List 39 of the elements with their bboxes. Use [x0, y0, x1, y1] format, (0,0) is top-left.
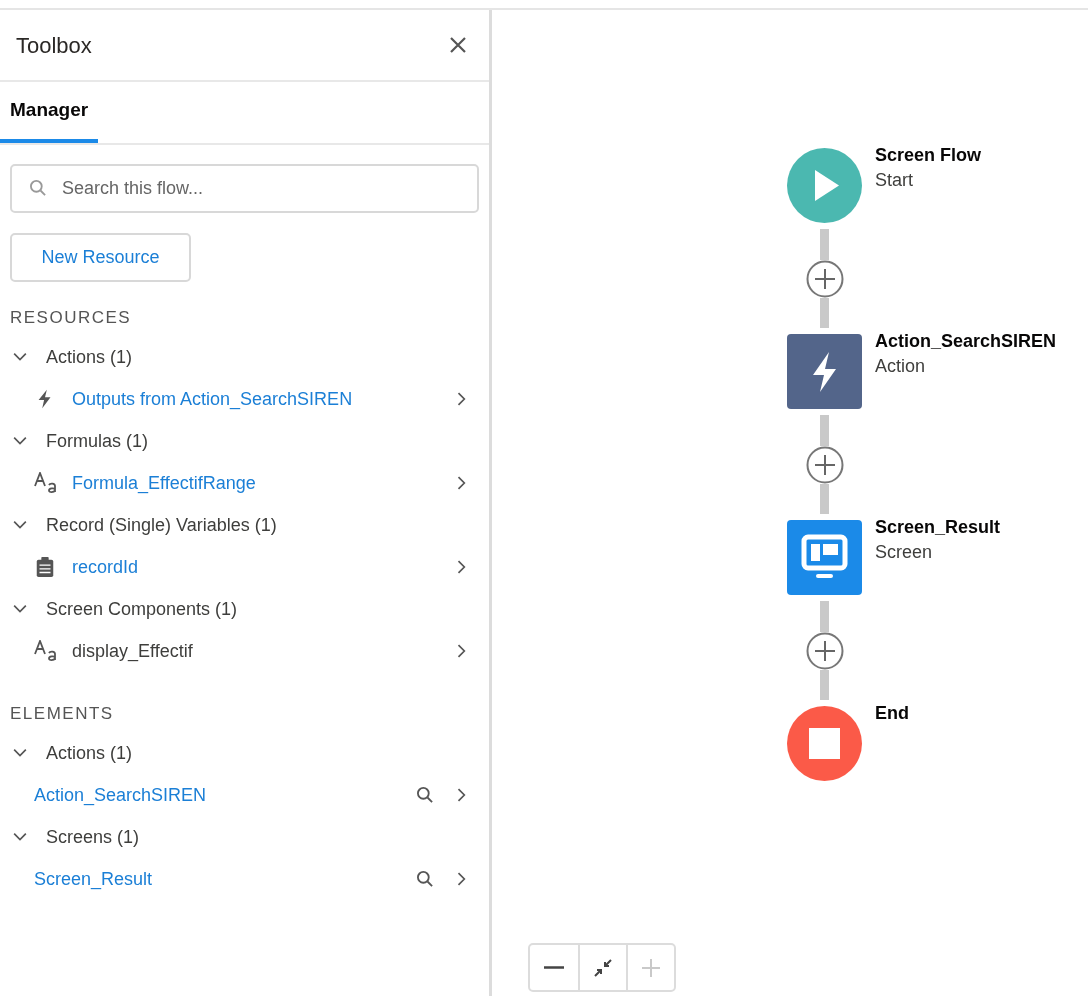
group-label[interactable]: Record (Single) Variables (1) — [46, 511, 277, 539]
group-label[interactable]: Actions (1) — [46, 343, 133, 371]
section-heading: ELEMENTS — [10, 703, 114, 726]
tab[interactable]: Manager — [0, 82, 99, 143]
action-node-icon[interactable] — [787, 334, 862, 409]
node-title: End — [875, 702, 909, 725]
resource-item[interactable]: display_Effectif — [72, 637, 193, 665]
screen-node-icon[interactable] — [787, 520, 862, 595]
node-type-label: Action — [875, 355, 927, 378]
text-type-icon — [34, 640, 58, 662]
node-type-label: Start — [875, 169, 914, 192]
add-element-icon[interactable] — [805, 445, 844, 484]
search-field[interactable]: Search this flow... — [10, 164, 479, 213]
add-element-icon[interactable] — [805, 631, 844, 670]
text-type-icon — [34, 472, 58, 494]
resource-link[interactable]: Screen_Result — [34, 865, 153, 893]
end-node-icon[interactable] — [787, 706, 862, 781]
resource-link[interactable]: recordId — [72, 553, 139, 581]
node-type-label: Screen — [875, 541, 934, 564]
node-title: Action_SearchSIREN — [875, 330, 1057, 353]
group-label[interactable]: Actions (1) — [46, 739, 133, 767]
add-element-icon[interactable] — [805, 259, 844, 298]
section-heading: RESOURCES — [10, 307, 132, 330]
clipboard-icon — [34, 556, 56, 578]
group-label[interactable]: Screen Components (1) — [46, 595, 238, 623]
panel-title: Toolbox — [16, 31, 92, 60]
node-title: Screen_Result — [875, 516, 1001, 539]
search-icon — [415, 869, 435, 889]
node-title: Screen Flow — [875, 144, 982, 167]
resource-link[interactable]: Outputs from Action_SearchSIREN — [72, 385, 353, 413]
search-icon — [415, 785, 435, 805]
group-label[interactable]: Screens (1) — [46, 823, 140, 851]
new-resource-button[interactable]: New Resource — [10, 233, 191, 282]
resource-link[interactable]: Formula_EffectifRange — [72, 469, 256, 497]
group-label[interactable]: Formulas (1) — [46, 427, 148, 455]
resource-link[interactable]: Action_SearchSIREN — [34, 781, 207, 809]
search-icon — [28, 178, 48, 198]
minus-icon — [544, 966, 564, 969]
start-node-icon[interactable] — [787, 148, 862, 223]
